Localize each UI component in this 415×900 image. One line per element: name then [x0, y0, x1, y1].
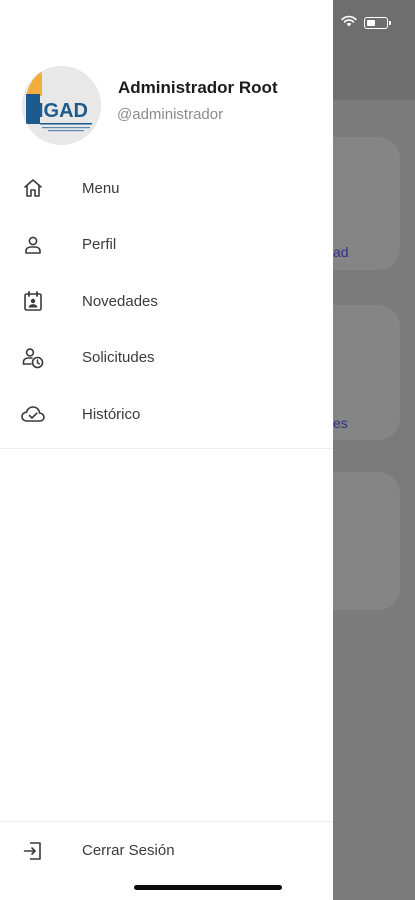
menu-item-label: Solicitudes	[82, 349, 155, 367]
navigation-drawer: IGAD Administrador Root @administrador M…	[0, 0, 333, 900]
user-clock-icon	[20, 345, 46, 371]
menu-item-novedades[interactable]: Novedades	[0, 273, 333, 330]
home-indicator[interactable]	[134, 885, 282, 890]
profile-handle: @administrador	[117, 106, 224, 123]
logout-button[interactable]: Cerrar Sesión	[0, 827, 333, 875]
drawer-menu: Menu Perfil Novedades Solicitudes Histór…	[0, 160, 333, 443]
menu-item-solicitudes[interactable]: Solicitudes	[0, 330, 333, 387]
menu-item-label: Novedades	[82, 292, 158, 310]
logout-icon	[20, 838, 46, 864]
cloud-check-icon	[20, 401, 46, 427]
footer-divider	[0, 821, 333, 822]
profile-header: IGAD Administrador Root @administrador	[0, 0, 333, 160]
wifi-icon	[341, 14, 357, 32]
background-card-link: es	[333, 415, 348, 431]
menu-item-perfil[interactable]: Perfil	[0, 217, 333, 274]
logout-label: Cerrar Sesión	[82, 842, 175, 859]
home-icon	[20, 175, 46, 201]
menu-item-label: Histórico	[82, 405, 141, 423]
svg-text:IGAD: IGAD	[38, 100, 88, 122]
profile-name: Administrador Root	[118, 78, 278, 97]
avatar[interactable]: IGAD	[22, 66, 101, 145]
menu-item-menu[interactable]: Menu	[0, 160, 333, 217]
menu-item-label: Perfil	[82, 236, 117, 254]
background-card-link: ad	[333, 244, 349, 260]
menu-divider	[0, 448, 333, 449]
menu-item-historico[interactable]: Histórico	[0, 386, 333, 443]
menu-item-label: Menu	[82, 179, 120, 197]
user-icon	[20, 232, 46, 258]
igad-logo: IGAD	[22, 66, 101, 145]
status-bar	[341, 14, 391, 32]
battery-icon	[364, 17, 391, 29]
calendar-user-icon	[20, 288, 46, 314]
